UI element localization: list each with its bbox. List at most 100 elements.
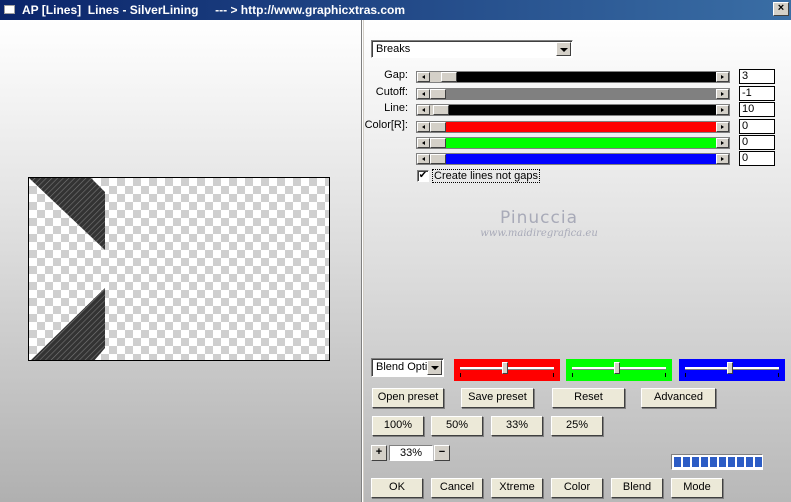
slider-fill bbox=[457, 72, 716, 82]
xtreme-button[interactable]: Xtreme bbox=[491, 478, 543, 498]
zoom-out-button[interactable]: − bbox=[434, 445, 450, 461]
slider-track[interactable] bbox=[430, 154, 716, 164]
title-bar: AP [Lines] Lines - SilverLining --- > ht… bbox=[0, 0, 791, 20]
slider-track[interactable] bbox=[430, 122, 716, 132]
slider-track[interactable] bbox=[430, 105, 716, 115]
create-lines-checkbox[interactable]: ✔ bbox=[417, 170, 429, 182]
slider-track[interactable] bbox=[430, 72, 716, 82]
zoom-50-button[interactable]: 50% bbox=[431, 416, 483, 436]
ok-button[interactable]: OK bbox=[371, 478, 423, 498]
slider-thumb[interactable] bbox=[433, 105, 449, 115]
value-field-gap[interactable]: 3 bbox=[739, 69, 775, 84]
slider-line[interactable] bbox=[416, 104, 730, 116]
chevron-down-icon[interactable] bbox=[556, 42, 571, 56]
progress-indicator bbox=[671, 454, 763, 470]
create-lines-label[interactable]: Create lines not gaps bbox=[432, 169, 540, 183]
blend-button[interactable]: Blend bbox=[611, 478, 663, 498]
slider-color-b[interactable] bbox=[416, 153, 730, 165]
window-title: AP [Lines] Lines - SilverLining --- > ht… bbox=[22, 3, 406, 17]
slider-label-line: Line: bbox=[384, 102, 408, 114]
blend-slider-knob[interactable] bbox=[727, 362, 733, 374]
blend-slider-red[interactable] bbox=[454, 359, 560, 381]
slider-thumb[interactable] bbox=[430, 138, 446, 148]
pane-divider bbox=[361, 20, 363, 502]
color-button[interactable]: Color bbox=[551, 478, 603, 498]
blend-options-value: Blend Optio bbox=[376, 361, 428, 373]
chevron-down-icon[interactable] bbox=[427, 360, 442, 375]
checkmark-icon: ✔ bbox=[418, 170, 428, 181]
slider-track[interactable] bbox=[430, 89, 716, 99]
value-field-color-g[interactable]: 0 bbox=[739, 135, 775, 150]
window-icon[interactable] bbox=[4, 5, 15, 14]
arrow-left-icon[interactable] bbox=[417, 72, 430, 82]
slider-label-color-r: Color[R]: bbox=[364, 119, 408, 131]
slider-fill bbox=[446, 138, 716, 148]
blend-slider-blue[interactable] bbox=[679, 359, 785, 381]
preview-canvas[interactable] bbox=[28, 177, 330, 361]
arrow-right-icon[interactable] bbox=[716, 72, 729, 82]
slider-thumb[interactable] bbox=[430, 154, 446, 164]
slider-thumb[interactable] bbox=[430, 122, 446, 132]
arrow-left-icon[interactable] bbox=[417, 89, 430, 99]
slider-fill bbox=[446, 122, 716, 132]
watermark-name: Pinuccia bbox=[500, 208, 578, 228]
blend-slider-knob[interactable] bbox=[614, 362, 620, 374]
cancel-button[interactable]: Cancel bbox=[431, 478, 483, 498]
progress-segment bbox=[683, 457, 690, 467]
slider-fill bbox=[449, 105, 716, 115]
slider-track[interactable] bbox=[430, 138, 716, 148]
slider-gap[interactable] bbox=[416, 71, 730, 83]
arrow-right-icon[interactable] bbox=[716, 89, 729, 99]
value-field-line[interactable]: 10 bbox=[739, 102, 775, 117]
arrow-right-icon[interactable] bbox=[716, 122, 729, 132]
zoom-25-button[interactable]: 25% bbox=[551, 416, 603, 436]
slider-color-r[interactable] bbox=[416, 121, 730, 133]
progress-segment bbox=[710, 457, 717, 467]
zoom-in-button[interactable]: + bbox=[371, 445, 387, 461]
value-field-cutoff[interactable]: -1 bbox=[739, 86, 775, 101]
reset-button[interactable]: Reset bbox=[552, 388, 625, 408]
progress-segment bbox=[737, 457, 744, 467]
arrow-left-icon[interactable] bbox=[417, 154, 430, 164]
blend-slider-knob[interactable] bbox=[502, 362, 508, 374]
progress-segment bbox=[692, 457, 699, 467]
open-preset-button[interactable]: Open preset bbox=[372, 388, 444, 408]
zoom-100-button[interactable]: 100% bbox=[372, 416, 424, 436]
value-field-color-r[interactable]: 0 bbox=[739, 119, 775, 134]
watermark-url: www.maidiregrafica.eu bbox=[480, 228, 598, 239]
arrow-left-icon[interactable] bbox=[417, 122, 430, 132]
close-button[interactable]: × bbox=[773, 2, 789, 16]
preview-pane bbox=[0, 20, 361, 502]
zoom-level-field[interactable]: 33% bbox=[389, 445, 433, 461]
arrow-right-icon[interactable] bbox=[716, 154, 729, 164]
slider-label-gap: Gap: bbox=[384, 69, 408, 81]
mode-select[interactable]: Breaks bbox=[371, 40, 573, 58]
arrow-left-icon[interactable] bbox=[417, 105, 430, 115]
slider-cutoff[interactable] bbox=[416, 88, 730, 100]
progress-segment bbox=[719, 457, 726, 467]
slider-color-g[interactable] bbox=[416, 137, 730, 149]
mode-select-value: Breaks bbox=[376, 43, 411, 55]
slider-thumb[interactable] bbox=[430, 89, 446, 99]
arrow-right-icon[interactable] bbox=[716, 138, 729, 148]
advanced-button[interactable]: Advanced bbox=[641, 388, 716, 408]
progress-segment bbox=[701, 457, 708, 467]
zoom-33-button[interactable]: 33% bbox=[491, 416, 543, 436]
slider-label-cutoff: Cutoff: bbox=[375, 86, 408, 98]
value-field-color-b[interactable]: 0 bbox=[739, 151, 775, 166]
slider-fill bbox=[446, 154, 716, 164]
arrow-right-icon[interactable] bbox=[716, 105, 729, 115]
hatched-shape-bottom bbox=[31, 288, 105, 360]
control-panel: Breaks Gap: 3 Cutoff: -1 Line: 10 Color[R]: 0 0 0… bbox=[364, 20, 791, 502]
slider-fill bbox=[446, 89, 716, 99]
blend-options-select[interactable]: Blend Optio bbox=[371, 358, 444, 377]
arrow-left-icon[interactable] bbox=[417, 138, 430, 148]
blend-slider-green[interactable] bbox=[566, 359, 672, 381]
hatched-shape-top bbox=[29, 178, 105, 250]
mode-button[interactable]: Mode bbox=[671, 478, 723, 498]
progress-segment bbox=[728, 457, 735, 467]
slider-thumb[interactable] bbox=[441, 72, 457, 82]
watermark: Pinuccia www.maidiregrafica.eu bbox=[464, 208, 614, 239]
progress-segment bbox=[674, 457, 681, 467]
save-preset-button[interactable]: Save preset bbox=[461, 388, 534, 408]
